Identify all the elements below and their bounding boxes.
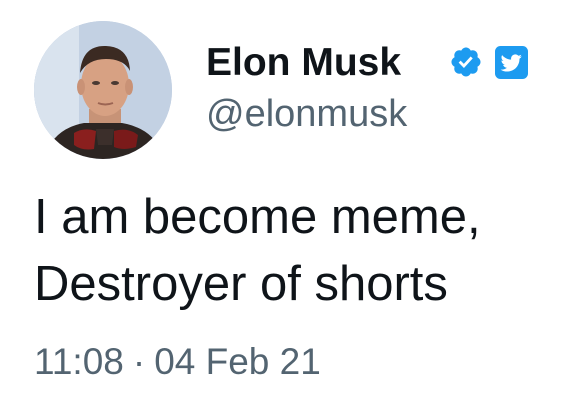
- tweet-time: 11:08: [34, 341, 124, 382]
- tweet-date: 04 Feb 21: [154, 341, 321, 382]
- tweet-card: Elon Musk @elonmusk I am become meme, De…: [0, 0, 571, 407]
- twitter-logo-icon[interactable]: [495, 46, 528, 79]
- display-name[interactable]: Elon Musk: [206, 40, 401, 86]
- verified-badge-icon: [451, 47, 481, 77]
- tweet-text: I am become meme, Destroyer of shorts: [34, 184, 554, 318]
- avatar[interactable]: [34, 21, 172, 159]
- tweet-text-line: I am become meme,: [34, 190, 481, 244]
- user-handle[interactable]: @elonmusk: [206, 92, 407, 136]
- separator-dot: ·: [132, 341, 146, 382]
- tweet-timestamp[interactable]: 11:08 · 04 Feb 21: [34, 340, 321, 384]
- profile-photo: [34, 21, 172, 159]
- tweet-text-line: Destroyer of shorts: [34, 257, 448, 311]
